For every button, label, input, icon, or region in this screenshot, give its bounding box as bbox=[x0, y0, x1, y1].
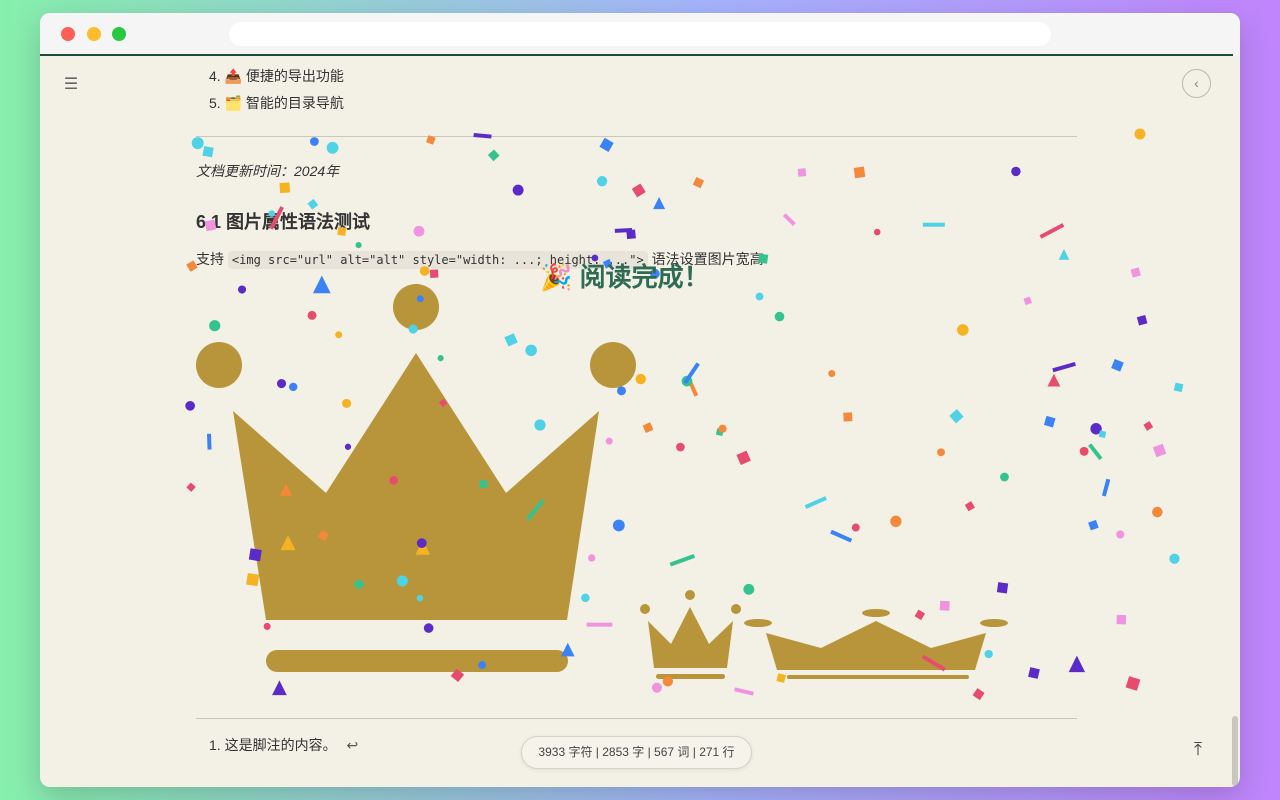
confetti-piece bbox=[1098, 430, 1107, 438]
footnote-item: 1. 这是脚注的内容。 ↩ bbox=[209, 735, 358, 755]
confetti-piece bbox=[1079, 446, 1089, 456]
crown-image-medium bbox=[640, 590, 741, 679]
confetti-piece bbox=[1088, 443, 1103, 461]
confetti-piece bbox=[1173, 382, 1184, 393]
party-popper-icon: 🎉 bbox=[540, 262, 573, 292]
minimize-window-button[interactable] bbox=[87, 27, 101, 41]
confetti-piece bbox=[1130, 267, 1141, 278]
footnote-text: 这是脚注的内容。 bbox=[224, 737, 337, 753]
confetti-piece bbox=[1111, 358, 1124, 372]
footnote-number: 1. bbox=[209, 737, 221, 753]
footnote-back-link[interactable]: ↩ bbox=[346, 737, 358, 753]
hamburger-icon[interactable]: ☰ bbox=[62, 77, 80, 93]
crown-image-wide bbox=[744, 609, 1008, 679]
word-count-badge: 3933 字符 | 2853 字 | 567 词 | 271 行 bbox=[521, 736, 752, 769]
confetti-piece bbox=[186, 482, 196, 492]
title-bar bbox=[40, 13, 1240, 56]
crown-images bbox=[196, 284, 1008, 679]
confetti-piece bbox=[1088, 519, 1099, 531]
crown-image-large bbox=[196, 284, 636, 672]
reading-complete-text: 阅读完成！ bbox=[579, 262, 710, 292]
reading-complete-banner: 🎉 阅读完成！ bbox=[540, 257, 740, 292]
footnote-divider bbox=[196, 718, 1077, 719]
chevron-left-icon[interactable]: ‹ bbox=[1182, 69, 1211, 98]
confetti-piece bbox=[1152, 506, 1163, 518]
address-bar[interactable] bbox=[229, 22, 1051, 46]
confetti-piece bbox=[1136, 314, 1148, 326]
confetti-piece bbox=[1116, 614, 1127, 625]
confetti-piece bbox=[1101, 478, 1111, 497]
confetti-piece bbox=[1090, 423, 1102, 435]
app-window: ☰ ‹ 4. 📤 便捷的导出功能 5. 🗂️ 智能的目录导航 文档更新时间：20… bbox=[40, 13, 1240, 787]
confetti-piece bbox=[1116, 530, 1125, 539]
confetti-piece bbox=[1143, 421, 1154, 431]
scrollbar-thumb[interactable] bbox=[1232, 716, 1238, 786]
confetti-piece bbox=[185, 400, 195, 411]
close-window-button[interactable] bbox=[61, 27, 75, 41]
confetti-piece bbox=[1134, 128, 1146, 140]
confetti-piece bbox=[1169, 553, 1180, 564]
maximize-window-button[interactable] bbox=[112, 27, 126, 41]
confetti-piece bbox=[1125, 676, 1141, 691]
document-content: 4. 📤 便捷的导出功能 5. 🗂️ 智能的目录导航 文档更新时间：2024年 … bbox=[196, 56, 1078, 787]
confetti-piece bbox=[1152, 443, 1167, 458]
arrow-up-to-line-icon[interactable]: ⤒ bbox=[1186, 737, 1210, 761]
